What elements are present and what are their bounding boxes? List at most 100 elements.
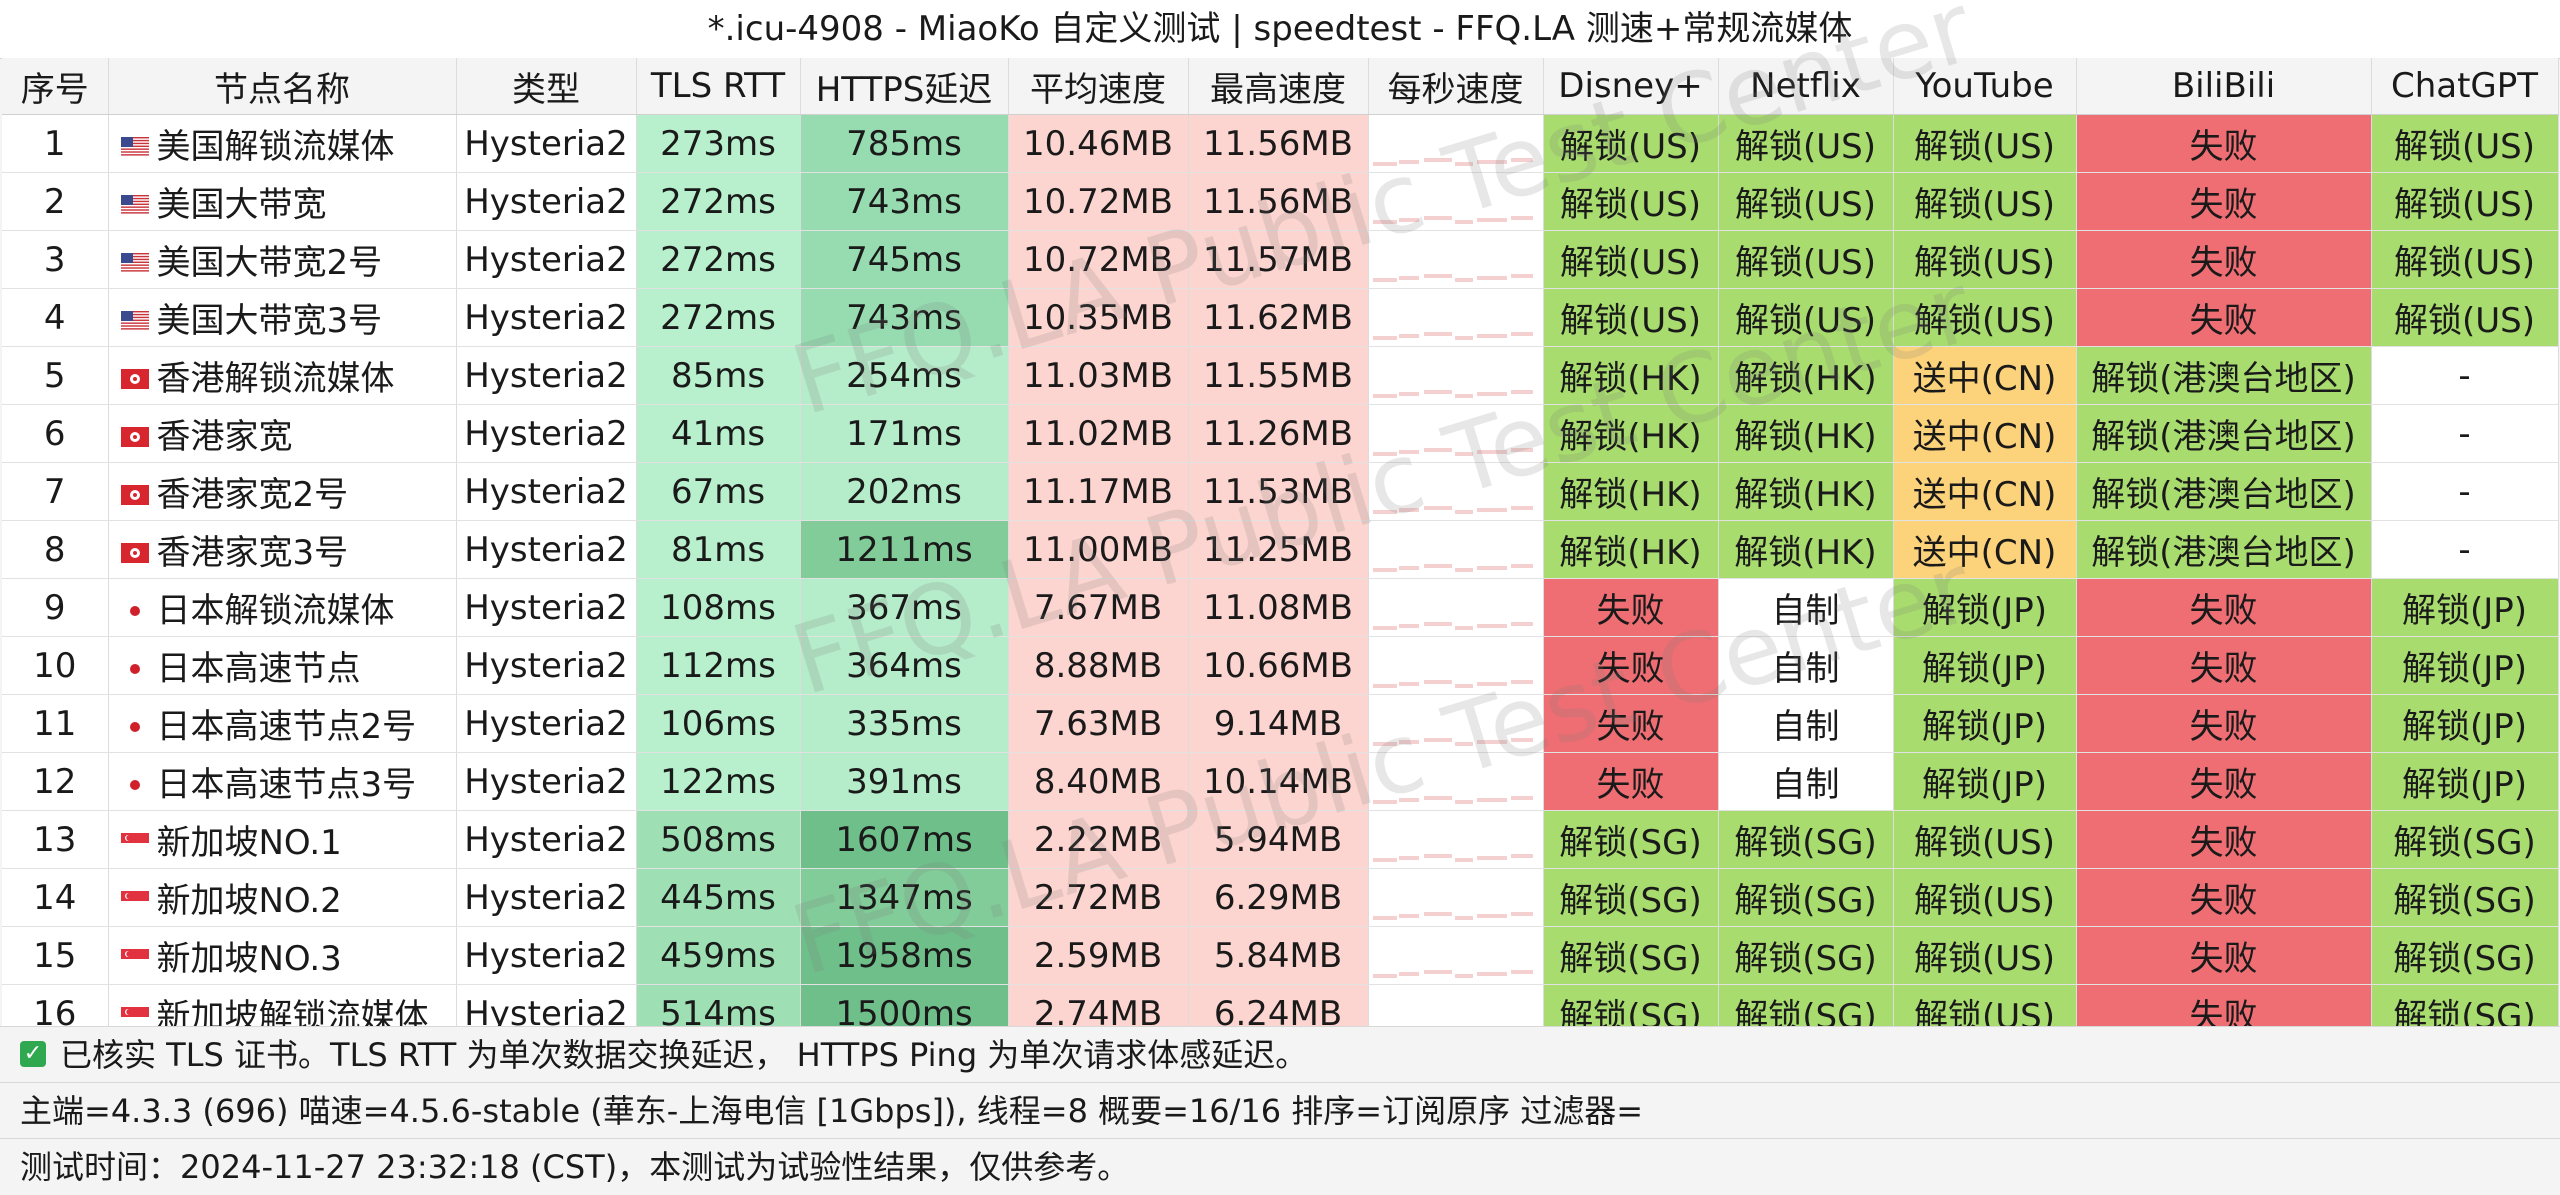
col-header-avg-speed[interactable]: 平均速度	[1008, 58, 1189, 115]
tls-note: ✓ 已核实 TLS 证书。TLS RTT 为单次数据交换延迟， HTTPS Pin…	[0, 1026, 2560, 1082]
bilibili-cell: 失败	[2076, 636, 2372, 695]
bilibili-cell: 失败	[2076, 288, 2372, 347]
chatgpt-cell: 解锁(JP)	[2371, 636, 2559, 695]
col-header-bilibili[interactable]: BiliBili	[2076, 58, 2372, 115]
bilibili-cell: 失败	[2076, 752, 2372, 811]
table-row[interactable]: 2 美国大带宽 Hysteria2 272ms 743ms 10.72MB 11.56MB 解…	[2, 172, 2559, 231]
speed-sparkline-segment	[1372, 452, 1397, 456]
row-index: 12	[2, 752, 109, 811]
table-row[interactable]: 15 新加坡NO.3 Hysteria2 459ms 1958ms 2.59MB 5.84M…	[2, 926, 2559, 985]
col-header-https-latency[interactable]: HTTPS延迟	[800, 58, 1009, 115]
node-type: Hysteria2	[456, 114, 637, 173]
speed-sparkline-segment	[1476, 972, 1507, 976]
col-header-chatgpt[interactable]: ChatGPT	[2371, 58, 2559, 115]
node-name-text: 新加坡NO.1	[156, 823, 342, 863]
disney-cell: 失败	[1543, 694, 1719, 753]
speed-sparkline-segment	[1510, 158, 1533, 162]
speed-sparkline	[1369, 695, 1543, 752]
results-table: 序号 节点名称 类型 TLS RTT HTTPS延迟 平均速度 最高速度 每秒速…	[2, 58, 2559, 1043]
row-index: 2	[2, 172, 109, 231]
col-header-type[interactable]: 类型	[456, 58, 637, 115]
avg-speed-cell: 7.63MB	[1008, 694, 1189, 753]
table-row[interactable]: 14 新加坡NO.2 Hysteria2 445ms 1347ms 2.72MB 6.29M…	[2, 868, 2559, 927]
node-type: Hysteria2	[456, 462, 637, 521]
table-row[interactable]: 13 新加坡NO.1 Hysteria2 508ms 1607ms 2.22MB 5.94M…	[2, 810, 2559, 869]
jp-flag-icon	[120, 658, 149, 679]
bilibili-cell: 失败	[2076, 868, 2372, 927]
table-row[interactable]: 5 香港解锁流媒体 Hysteria2 85ms 254ms 11.03MB 11.55MB…	[2, 346, 2559, 405]
disney-cell: 解锁(US)	[1543, 114, 1719, 173]
speed-sparkline-segment	[1372, 278, 1397, 282]
https-latency-cell: 1211ms	[800, 520, 1009, 579]
col-header-node-name[interactable]: 节点名称	[108, 58, 457, 115]
disney-cell: 解锁(HK)	[1543, 404, 1719, 463]
node-type: Hysteria2	[456, 172, 637, 231]
netflix-cell: 解锁(SG)	[1718, 868, 1894, 927]
node-name-text: 香港家宽2号	[156, 475, 349, 515]
max-speed-cell: 10.66MB	[1188, 636, 1369, 695]
speed-sparkline-segment	[1476, 218, 1507, 222]
table-row[interactable]: 9 日本解锁流媒体 Hysteria2 108ms 367ms 7.67MB 11.08MB…	[2, 578, 2559, 637]
node-name: 美国大带宽	[108, 172, 457, 231]
disney-cell: 失败	[1543, 636, 1719, 695]
https-latency-cell: 367ms	[800, 578, 1009, 637]
avg-speed-cell: 10.46MB	[1008, 114, 1189, 173]
netflix-cell: 自制	[1718, 694, 1894, 753]
table-row[interactable]: 6 香港家宽 Hysteria2 41ms 171ms 11.02MB 11.26MB 解锁(…	[2, 404, 2559, 463]
speed-sparkline-segment	[1398, 218, 1419, 222]
speed-sparkline-segment	[1398, 914, 1419, 918]
node-type: Hysteria2	[456, 578, 637, 637]
col-header-index[interactable]: 序号	[2, 58, 109, 115]
speed-sparkline-segment	[1398, 740, 1419, 744]
chatgpt-cell: 解锁(US)	[2371, 230, 2559, 289]
bilibili-cell: 失败	[2076, 230, 2372, 289]
bilibili-cell: 解锁(港澳台地区)	[2076, 346, 2372, 405]
speed-sparkline-segment	[1510, 796, 1533, 800]
speed-sparkline-segment	[1476, 508, 1507, 512]
col-header-youtube[interactable]: YouTube	[1893, 58, 2077, 115]
speed-sparkline-segment	[1423, 970, 1452, 974]
table-row[interactable]: 4 美国大带宽3号 Hysteria2 272ms 743ms 10.35MB 11.62M…	[2, 288, 2559, 347]
speed-sparkline-segment	[1454, 162, 1473, 166]
speed-sparkline-segment	[1476, 682, 1507, 686]
checkmark-icon: ✓	[20, 1041, 46, 1067]
node-name: 香港解锁流媒体	[108, 346, 457, 405]
table-row[interactable]: 8 香港家宽3号 Hysteria2 81ms 1211ms 11.00MB 11.25MB…	[2, 520, 2559, 579]
netflix-cell: 解锁(HK)	[1718, 462, 1894, 521]
disney-cell: 解锁(US)	[1543, 172, 1719, 231]
speed-sparkline-segment	[1476, 914, 1507, 918]
speed-sparkline-segment	[1423, 564, 1452, 568]
youtube-cell: 解锁(US)	[1893, 114, 2077, 173]
speed-sparkline-segment	[1423, 796, 1452, 800]
speed-sparkline-segment	[1510, 912, 1533, 916]
table-row[interactable]: 12 日本高速节点3号 Hysteria2 122ms 391ms 8.40MB 10.14…	[2, 752, 2559, 811]
disney-cell: 解锁(US)	[1543, 288, 1719, 347]
youtube-cell: 解锁(US)	[1893, 288, 2077, 347]
per-second-speed-cell	[1368, 868, 1544, 927]
avg-speed-cell: 10.35MB	[1008, 288, 1189, 347]
speed-sparkline-segment	[1423, 506, 1452, 510]
col-header-per-second-speed[interactable]: 每秒速度	[1368, 58, 1544, 115]
speed-sparkline-segment	[1454, 452, 1473, 456]
bilibili-cell: 失败	[2076, 810, 2372, 869]
youtube-cell: 解锁(US)	[1893, 926, 2077, 985]
col-header-max-speed[interactable]: 最高速度	[1188, 58, 1369, 115]
table-row[interactable]: 10 日本高速节点 Hysteria2 112ms 364ms 8.88MB 10.66MB…	[2, 636, 2559, 695]
max-speed-cell: 5.84MB	[1188, 926, 1369, 985]
col-header-tls-rtt[interactable]: TLS RTT	[636, 58, 801, 115]
table-row[interactable]: 3 美国大带宽2号 Hysteria2 272ms 745ms 10.72MB 11.57M…	[2, 230, 2559, 289]
col-header-disney[interactable]: Disney+	[1543, 58, 1719, 115]
speed-sparkline-segment	[1454, 568, 1473, 572]
table-row[interactable]: 7 香港家宽2号 Hysteria2 67ms 202ms 11.17MB 11.53MB 解…	[2, 462, 2559, 521]
hk-flag-icon	[120, 368, 149, 389]
col-header-netflix[interactable]: Netflix	[1718, 58, 1894, 115]
chatgpt-cell: 解锁(JP)	[2371, 694, 2559, 753]
table-row[interactable]: 11 日本高速节点2号 Hysteria2 106ms 335ms 7.63MB 9.14M…	[2, 694, 2559, 753]
table-row[interactable]: 1 美国解锁流媒体 Hysteria2 273ms 785ms 10.46MB 11.56M…	[2, 114, 2559, 173]
speed-sparkline-segment	[1510, 448, 1533, 452]
info-line: 主端=4.3.3 (696) 喵速=4.5.6-stable (華东-上海电信 …	[0, 1082, 2560, 1138]
node-name: 日本高速节点2号	[108, 694, 457, 753]
sg-flag-icon	[120, 890, 149, 911]
row-index: 7	[2, 462, 109, 521]
youtube-cell: 解锁(US)	[1893, 230, 2077, 289]
